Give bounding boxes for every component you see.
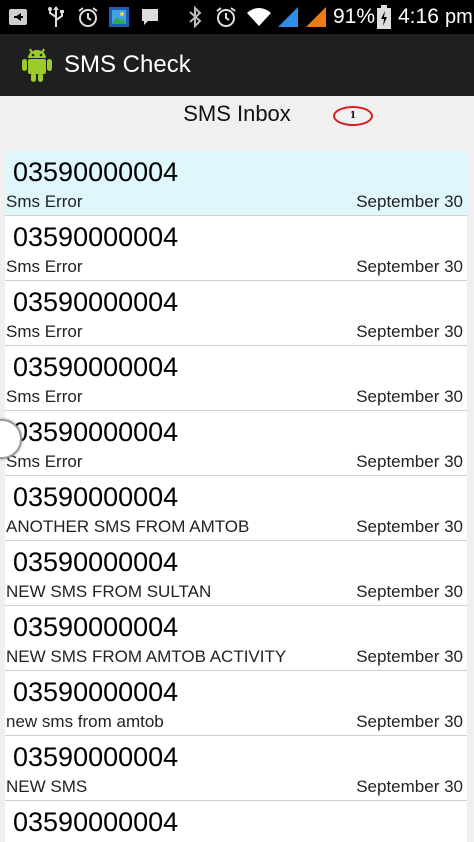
unread-badge: 1	[333, 106, 373, 126]
android-icon[interactable]	[18, 46, 56, 84]
sms-list-item[interactable]: 03590000004 Sms Error September 30	[5, 411, 467, 476]
bluetooth-icon	[184, 5, 206, 29]
message-date: September 30	[356, 322, 463, 341]
sender-number: 03590000004	[13, 417, 179, 447]
inbox-title: SMS Inbox	[183, 101, 291, 126]
sms-list-item[interactable]: 03590000004 Sms Error September 30	[5, 281, 467, 346]
message-date: September 30	[356, 777, 463, 796]
sender-number: 03590000004	[13, 287, 179, 317]
sms-list-item[interactable]: 03590000004 ANOTHER SMS FROM AMTOB Septemb…	[5, 476, 467, 541]
message-icon	[138, 5, 162, 29]
message-preview: Sms Error	[6, 257, 83, 276]
app-title: SMS Check	[64, 51, 191, 78]
sender-number: 03590000004	[13, 742, 179, 772]
wifi-icon	[246, 5, 272, 29]
sender-number: 03590000004	[13, 677, 179, 707]
sender-number: 03590000004	[13, 807, 179, 837]
inbox-screen: SMS Inbox 1 03590000004 Sms Error Septembe…	[0, 96, 474, 842]
battery-charging-icon	[376, 5, 392, 29]
sms-list-item[interactable]: 03590000004 NEW SMS September 30	[5, 736, 467, 801]
sms-list[interactable]: 03590000004 Sms Error September 30 03590000…	[5, 151, 467, 842]
sender-number: 03590000004	[13, 612, 179, 642]
sms-list-item[interactable]: 03590000004 Sms Error September 30	[5, 346, 467, 411]
message-date: September 30	[356, 647, 463, 666]
sender-number: 03590000004	[13, 222, 179, 252]
gallery-icon	[107, 5, 131, 29]
message-date: September 30	[356, 257, 463, 276]
message-preview: Sms Error	[6, 387, 83, 406]
sms-list-item[interactable]: 03590000004 NEW SMS FROM SULTAN September …	[5, 541, 467, 606]
sms-list-item[interactable]: 03590000004 new sms from amtob September 3…	[5, 671, 467, 736]
message-preview: new sms from amtob	[6, 712, 164, 731]
sender-number: 03590000004	[13, 547, 179, 577]
status-bar: 91% 4:16 pm	[0, 0, 474, 34]
alarm-icon	[214, 5, 238, 29]
message-date: September 30	[356, 712, 463, 731]
message-date: September 30	[356, 387, 463, 406]
battery-percent: 91%	[333, 5, 376, 28]
message-date: September 30	[356, 192, 463, 211]
message-preview: NEW SMS FROM AMTOB ACTIVITY	[6, 647, 287, 666]
signal-icon	[276, 5, 300, 29]
message-date: September 30	[356, 517, 463, 536]
message-preview: Sms Error	[6, 322, 83, 341]
message-date: September 30	[356, 582, 463, 601]
message-preview: NEW SMS FROM SULTAN	[6, 582, 212, 601]
sms-list-item[interactable]: 03590000004 Sms Error September 30	[5, 151, 467, 216]
action-bar: SMS Check	[0, 34, 474, 98]
signal-icon	[304, 5, 328, 29]
back-arrow-icon	[6, 5, 30, 29]
message-preview: Sms Error	[6, 192, 83, 211]
sms-list-item[interactable]: 03590000004 NEW SMS FROM AMTOB ACTIVITY Se…	[5, 606, 467, 671]
message-date: September 30	[356, 452, 463, 471]
message-preview: Sms Error	[6, 452, 83, 471]
sender-number: 03590000004	[13, 352, 179, 382]
message-preview: ANOTHER SMS FROM AMTOB	[6, 517, 250, 536]
usb-icon	[44, 5, 68, 29]
sender-number: 03590000004	[13, 482, 179, 512]
sender-number: 03590000004	[13, 157, 179, 187]
clock-time: 4:16	[398, 5, 439, 28]
message-preview: NEW SMS	[6, 777, 88, 796]
sms-list-item[interactable]: 03590000004	[5, 801, 467, 842]
sms-list-item[interactable]: 03590000004 Sms Error September 30	[5, 216, 467, 281]
alarm-icon	[76, 5, 100, 29]
clock-suffix: pm	[445, 6, 473, 28]
